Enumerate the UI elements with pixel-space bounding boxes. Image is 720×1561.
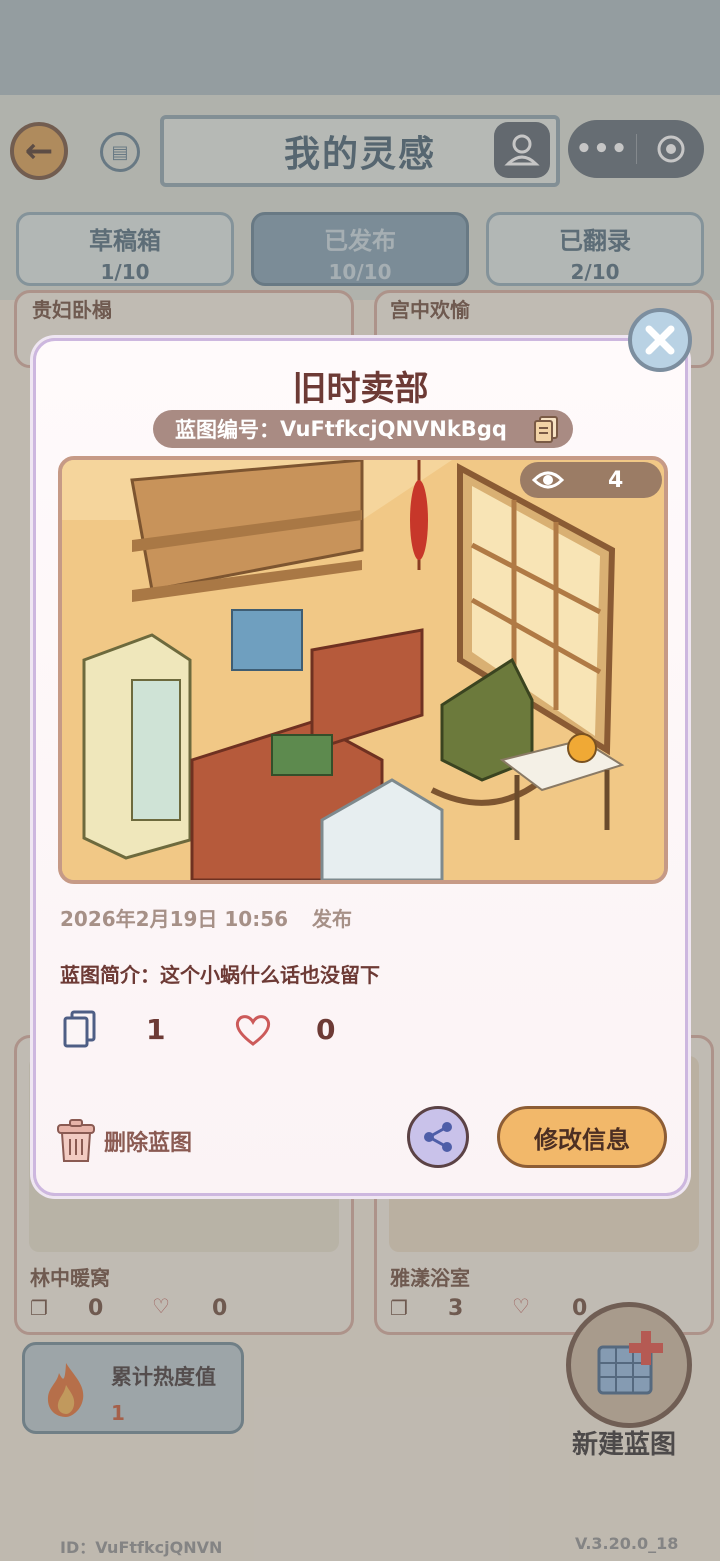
edit-info-button[interactable]: 修改信息 <box>497 1106 667 1168</box>
eye-icon <box>532 471 564 489</box>
like-button[interactable] <box>234 1013 272 1051</box>
view-count-badge: 4 <box>520 462 662 498</box>
like-count: 0 <box>316 1013 336 1046</box>
blueprint-code-value: VuFtfkcjQNVNkBgq <box>280 417 507 441</box>
blueprint-title: 旧时卖部 <box>292 369 429 409</box>
blueprint-description: 蓝图简介：这个小蜗什么话也没留下 <box>60 963 380 987</box>
copy-code-button[interactable] <box>531 414 561 448</box>
share-icon <box>424 1122 452 1152</box>
blueprint-preview-image: 4 <box>58 456 668 884</box>
copy-icon <box>63 1010 96 1048</box>
copy-count: 1 <box>146 1013 166 1046</box>
close-icon <box>645 325 675 355</box>
delete-blueprint-label: 删除蓝图 <box>104 1131 193 1156</box>
copy-count-icon <box>60 1009 100 1053</box>
share-button[interactable] <box>407 1106 469 1168</box>
publish-date: 2026年2月19日 10:56 <box>60 907 289 931</box>
copy-icon <box>534 416 558 443</box>
publish-status: 发布 <box>312 907 352 931</box>
blueprint-code-pill: 蓝图编号： VuFtfkcjQNVNkBgq <box>153 410 573 448</box>
delete-blueprint-button[interactable]: 删除蓝图 <box>54 1117 192 1165</box>
heart-icon <box>235 1015 271 1046</box>
view-count: 4 <box>608 467 624 493</box>
blueprint-detail-modal: 旧时卖部 蓝图编号： VuFtfkcjQNVNkBgq 4 2026年2月19日… <box>33 338 688 1196</box>
blueprint-code-label: 蓝图编号： <box>175 418 280 442</box>
shop-room-illustration <box>62 460 664 880</box>
close-modal-button[interactable] <box>628 308 692 372</box>
edit-info-label: 修改信息 <box>534 1125 630 1154</box>
trash-icon <box>57 1119 95 1162</box>
